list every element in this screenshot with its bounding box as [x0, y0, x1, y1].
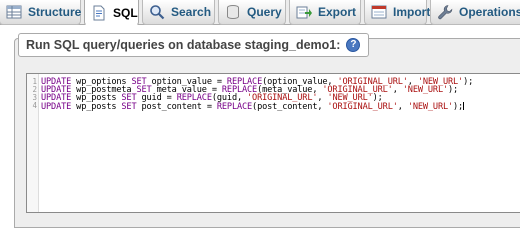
legend-text: Run SQL query/queries on database stagin…	[26, 38, 341, 52]
tab-sql[interactable]: SQL	[84, 0, 139, 26]
line-number: 4	[32, 101, 37, 110]
sql-text: ,	[392, 85, 403, 95]
sql-text: );	[448, 85, 459, 95]
tab-query[interactable]: Query	[218, 0, 286, 25]
query-icon	[227, 5, 239, 19]
sql-string: 'NEW_URL'	[407, 102, 454, 112]
sql-text: ,	[397, 102, 408, 112]
tab-label: Query	[247, 5, 282, 19]
sql-keyword: UPDATE	[41, 102, 72, 112]
tab-operations[interactable]: Operations	[430, 0, 520, 25]
sql-string: 'ORIGINAL_URL'	[327, 102, 398, 112]
sql-keyword: SET	[121, 102, 137, 112]
sql-text: );	[453, 102, 464, 112]
tab-label: Structure	[28, 5, 82, 19]
code-line: UPDATE wp_posts SET post_content = REPLA…	[41, 102, 465, 112]
text-cursor	[463, 102, 465, 110]
sql-text: (post_content,	[252, 102, 328, 112]
search-icon	[150, 5, 165, 20]
tab-label: Import	[393, 5, 431, 19]
sql-query-editor[interactable]: 1 2 3 4 UPDATE wp_options SET option_val…	[26, 73, 520, 213]
tab-label: SQL	[113, 5, 138, 20]
line-number-gutter: 1 2 3 4	[27, 74, 39, 212]
tab-label: Export	[318, 5, 357, 19]
code-line: UPDATE wp_posts SET guid = REPLACE(guid,…	[41, 94, 383, 103]
tab-export[interactable]: Export	[289, 0, 361, 25]
import-icon	[371, 5, 387, 19]
tab-import[interactable]: Import	[364, 0, 431, 25]
wrench-icon	[438, 5, 453, 20]
tab-bar: Structure SQL Search Query Export Import…	[0, 0, 520, 26]
sql-text: post_content =	[136, 102, 217, 112]
sql-string: 'NEW_URL'	[402, 85, 448, 95]
sql-text: );	[463, 77, 474, 87]
export-icon	[296, 6, 312, 19]
structure-icon	[6, 5, 22, 19]
help-icon[interactable]: ?	[346, 38, 361, 52]
sql-text: wp_posts	[71, 102, 122, 112]
tab-label: Search	[171, 5, 212, 19]
tab-label: Operations	[459, 5, 520, 19]
sql-icon	[93, 5, 105, 20]
tab-structure[interactable]: Structure	[0, 0, 81, 25]
tab-search[interactable]: Search	[142, 0, 215, 25]
sql-function: REPLACE	[216, 102, 253, 112]
sql-panel-legend: Run SQL query/queries on database stagin…	[18, 33, 370, 57]
